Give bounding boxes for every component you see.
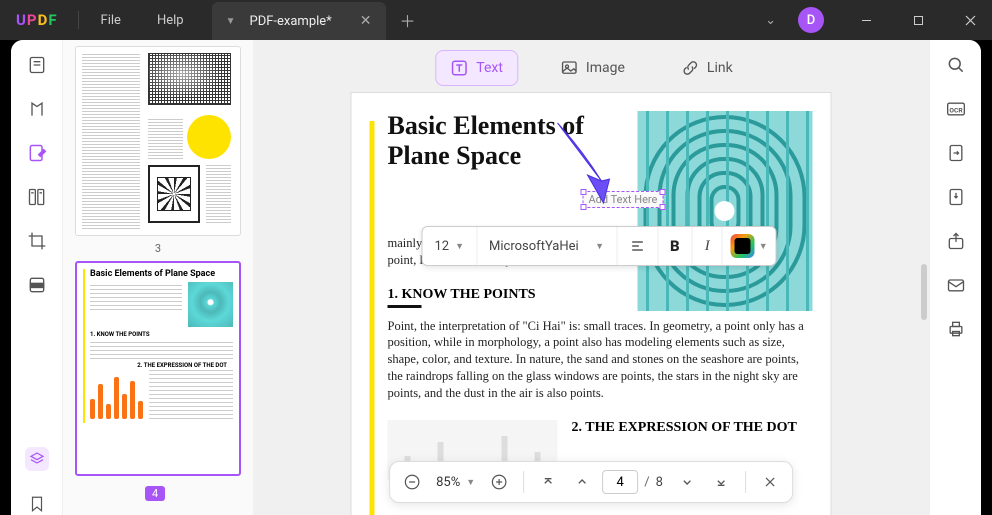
cursor-arrow-overlay: [552, 119, 630, 213]
app-logo: UPDF: [0, 11, 74, 29]
email-icon[interactable]: [945, 274, 967, 296]
text-color-button[interactable]: ▼: [723, 234, 776, 258]
link-icon: [681, 59, 699, 77]
close-pagebar-button[interactable]: [756, 468, 784, 496]
new-tab-button[interactable]: ＋: [400, 8, 416, 32]
title-bar: UPDF File Help ▼ PDF-example* ✕ ＋ ⌄ D: [0, 0, 992, 40]
annotate-icon[interactable]: [26, 98, 48, 120]
menu-help[interactable]: Help: [139, 13, 202, 28]
edit-image-button[interactable]: Image: [546, 51, 639, 85]
reader-mode-icon[interactable]: [26, 54, 48, 76]
prev-page-button[interactable]: [568, 468, 596, 496]
search-icon[interactable]: [945, 54, 967, 76]
thumbnail-page-4[interactable]: Basic Elements of Plane Space 1. KNOW TH…: [75, 261, 241, 476]
pdf-page[interactable]: Basic Elements of Plane Space: [351, 92, 832, 515]
titlebar-chevron-icon[interactable]: ⌄: [751, 5, 790, 36]
compress-icon[interactable]: [945, 186, 967, 208]
edit-icon[interactable]: [26, 142, 48, 164]
zoom-in-button[interactable]: [485, 468, 513, 496]
convert-icon[interactable]: [945, 142, 967, 164]
page-image-tunnel[interactable]: [638, 111, 813, 311]
italic-button[interactable]: I: [693, 227, 723, 265]
text-format-toolbar: 12▼ MicrosoftYaHei▼ B I ▼: [422, 226, 777, 266]
text-icon: [450, 59, 468, 77]
bold-button[interactable]: B: [658, 227, 693, 265]
section-paragraph-1[interactable]: Point, the interpretation of "Ci Hai" is…: [388, 318, 813, 402]
tab-close-icon[interactable]: ✕: [360, 13, 372, 29]
edit-text-button[interactable]: Text: [435, 50, 518, 86]
window-maximize-button[interactable]: [896, 0, 940, 40]
zoom-out-button[interactable]: [398, 468, 426, 496]
page-total: 8: [656, 475, 667, 490]
tab-dropdown-icon[interactable]: ▼: [226, 16, 236, 27]
section-heading-2[interactable]: 2. THE EXPRESSION OF THE DOT: [572, 420, 813, 436]
tab-title: PDF-example*: [250, 14, 332, 29]
menu-file[interactable]: File: [83, 13, 139, 28]
right-rail: OCR: [929, 40, 981, 515]
window-minimize-button[interactable]: [844, 0, 888, 40]
thumbnail-page-3[interactable]: [75, 46, 241, 236]
bookmark-icon[interactable]: [26, 493, 48, 515]
vertical-scrollbar[interactable]: [921, 264, 927, 320]
thumbnail-panel: 3 Basic Elements of Plane Space 1. KNOW …: [63, 40, 253, 515]
zoom-level-select[interactable]: 85%▼: [432, 475, 479, 490]
svg-text:OCR: OCR: [949, 106, 963, 114]
organize-icon[interactable]: [26, 186, 48, 208]
edit-link-button[interactable]: Link: [667, 51, 747, 85]
image-icon: [560, 59, 578, 77]
last-page-button[interactable]: [707, 468, 735, 496]
first-page-button[interactable]: [534, 468, 562, 496]
crop-icon[interactable]: [26, 230, 48, 252]
edit-mode-toolbar: Text Image Link: [435, 50, 746, 86]
share-icon[interactable]: [945, 230, 967, 252]
font-size-select[interactable]: 12▼: [423, 227, 478, 265]
page-sep: /: [644, 475, 649, 490]
ocr-icon[interactable]: OCR: [945, 98, 967, 120]
document-tab[interactable]: ▼ PDF-example* ✕: [212, 2, 386, 40]
font-family-select[interactable]: MicrosoftYaHei▼: [477, 227, 617, 265]
page-accent-bar: [370, 121, 375, 515]
layers-icon[interactable]: [25, 447, 49, 471]
page-control-bar: 85%▼ / 8: [389, 461, 793, 503]
print-icon[interactable]: [945, 318, 967, 340]
app-shell: 3 Basic Elements of Plane Space 1. KNOW …: [11, 40, 981, 515]
left-rail: [11, 40, 63, 515]
thumbnail-label-4: 4: [145, 486, 165, 501]
page-number-input[interactable]: [602, 470, 638, 494]
document-canvas[interactable]: Text Image Link Basic Elements of Plane …: [253, 40, 929, 515]
thumbnail-label-3: 3: [75, 242, 241, 255]
user-avatar[interactable]: D: [798, 7, 824, 33]
align-button[interactable]: [617, 227, 658, 265]
next-page-button[interactable]: [673, 468, 701, 496]
redact-icon[interactable]: [26, 274, 48, 296]
window-close-button[interactable]: [948, 0, 992, 40]
